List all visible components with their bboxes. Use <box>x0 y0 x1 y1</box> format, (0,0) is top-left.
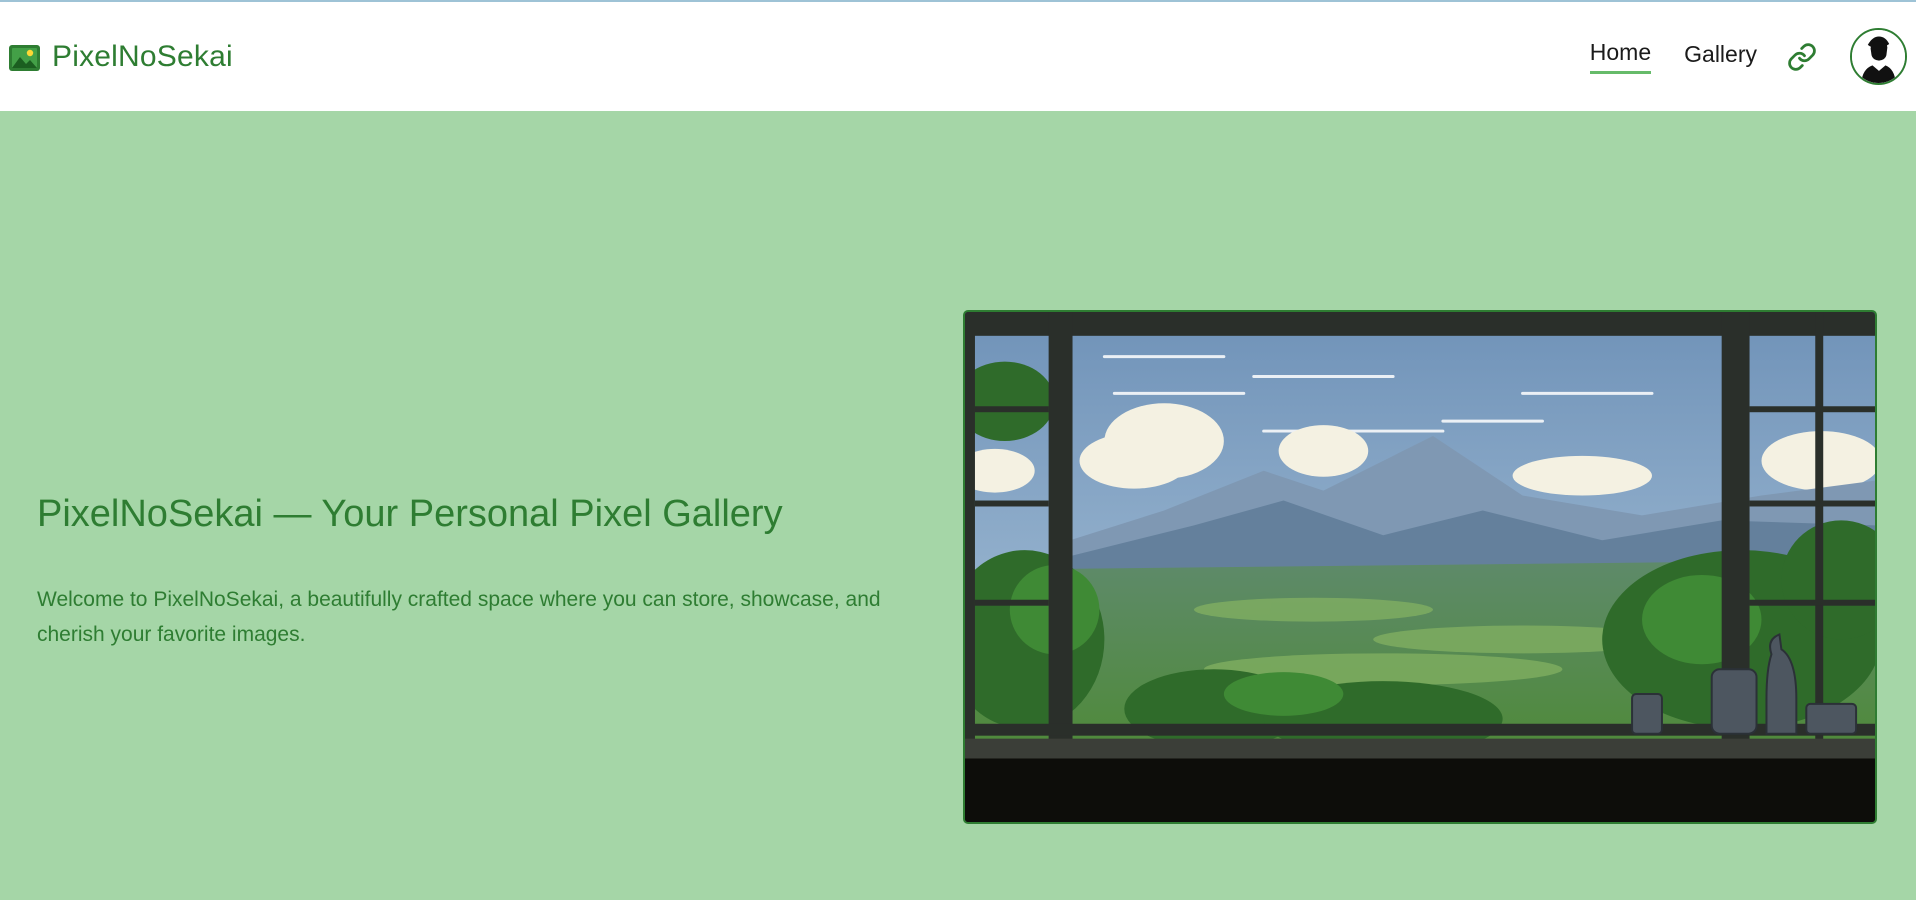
navbar: PixelNoSekai Home Gallery <box>0 2 1916 111</box>
link-icon[interactable] <box>1787 42 1817 72</box>
nav-home-link[interactable]: Home <box>1589 39 1652 74</box>
user-silhouette-icon <box>1852 30 1905 83</box>
hero-description: Welcome to PixelNoSekai, a beautifully c… <box>37 588 881 646</box>
hero-title: PixelNoSekai — Your Personal Pixel Galle… <box>37 493 783 535</box>
nav-gallery-link[interactable]: Gallery <box>1684 41 1757 73</box>
brand-link[interactable]: PixelNoSekai <box>9 40 233 74</box>
brand-name: PixelNoSekai <box>52 39 233 73</box>
landscape-window-illustration <box>965 312 1875 822</box>
hero-text: PixelNoSekai — Your Personal Pixel Galle… <box>37 488 937 652</box>
hero-image <box>963 310 1877 824</box>
image-icon <box>9 44 40 71</box>
user-avatar[interactable] <box>1850 28 1907 85</box>
main-nav: Home Gallery <box>1589 28 1907 85</box>
